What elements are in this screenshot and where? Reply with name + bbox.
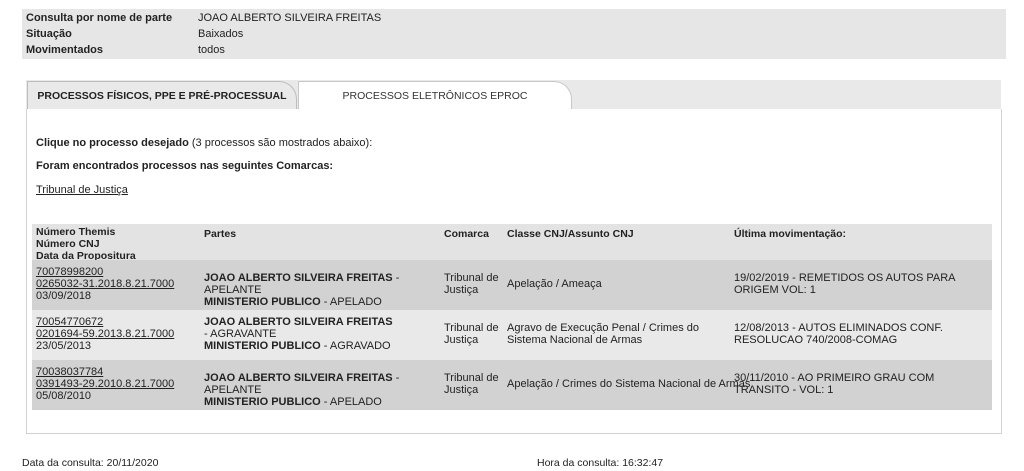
header-numero: Número Themis Número CNJ Data da Proposi… — [36, 226, 136, 262]
parte-role: - AGRAVADO — [320, 340, 391, 352]
parte-name: JOAO ALBERTO SILVEIRA FREITAS — [204, 272, 393, 284]
table-row: 70078998200 0265032-31.2018.8.21.7000 03… — [32, 260, 992, 310]
ultima-movimentacao-cell: 19/02/2019 - REMETIDOS OS AUTOS PARA ORI… — [734, 272, 955, 296]
propositura-date: 03/09/2018 — [36, 290, 92, 302]
comarca-cell: Tribunal de Justiça — [444, 322, 499, 346]
themis-number-link[interactable]: 70038037784 — [36, 366, 174, 378]
header-numero-cnj: Número CNJ — [36, 238, 100, 250]
process-numbers: 70038037784 0391493-29.2010.8.21.7000 05… — [36, 366, 174, 402]
header-partes: Partes — [204, 228, 237, 240]
instruction-count: (3 processos são mostrados abaixo): — [188, 137, 373, 149]
themis-number-link[interactable]: 70078998200 — [36, 266, 174, 278]
hora-consulta: Hora da consulta: 16:32:47 — [537, 457, 664, 469]
summary-value: todos — [198, 44, 225, 56]
summary-label: Situação — [26, 28, 72, 40]
classe-cell: Agravo de Execução Penal / Crimes do Sis… — [507, 322, 699, 346]
partes-cell: JOAO ALBERTO SILVEIRA FREITAS - APELANTE… — [204, 372, 444, 408]
table-row: 70038037784 0391493-29.2010.8.21.7000 05… — [32, 360, 992, 410]
comarca-cell: Tribunal de Justiça — [444, 272, 499, 296]
propositura-date: 23/05/2013 — [36, 340, 92, 352]
header-numero-themis: Número Themis — [36, 226, 116, 238]
search-summary: Consulta por nome de parte JOAO ALBERTO … — [22, 9, 1006, 59]
ultima-movimentacao-cell: 30/11/2010 - AO PRIMEIRO GRAU COM TRANSI… — [734, 372, 935, 396]
tab-processos-fisicos[interactable]: PROCESSOS FÍSICOS, PPE E PRÉ-PROCESSUAL — [27, 81, 297, 110]
table-header: Número Themis Número CNJ Data da Proposi… — [32, 224, 992, 262]
summary-value: Baixados — [198, 28, 244, 40]
header-classe: Classe CNJ/Assunto CNJ — [507, 228, 634, 240]
cnj-number-link[interactable]: 0265032-31.2018.8.21.7000 — [36, 278, 174, 290]
parte-role: - APELADO — [320, 396, 382, 408]
cnj-number-link[interactable]: 0201694-59.2013.8.21.7000 — [36, 328, 174, 340]
data-consulta: Data da consulta: 20/11/2020 — [22, 457, 159, 469]
process-numbers: 70054770672 0201694-59.2013.8.21.7000 23… — [36, 316, 174, 352]
header-comarca: Comarca — [444, 228, 489, 240]
ultima-movimentacao-cell: 12/08/2013 - AUTOS ELIMINADOS CONF. RESO… — [734, 322, 943, 346]
table-row: 70054770672 0201694-59.2013.8.21.7000 23… — [32, 310, 992, 360]
themis-number-link[interactable]: 70054770672 — [36, 316, 174, 328]
parte-name: MINISTERIO PUBLICO — [204, 340, 321, 352]
comarca-link[interactable]: Tribunal de Justiça — [36, 184, 128, 196]
partes-cell: JOAO ALBERTO SILVEIRA FREITAS - APELANTE… — [204, 272, 444, 308]
parte-name: JOAO ALBERTO SILVEIRA FREITAS — [204, 372, 393, 384]
summary-label: Movimentados — [26, 44, 104, 56]
parte-name: JOAO ALBERTO SILVEIRA FREITAS — [204, 316, 393, 328]
parte-role: - AGRAVANTE — [204, 328, 277, 340]
partes-cell: JOAO ALBERTO SILVEIRA FREITAS - AGRAVANT… — [204, 316, 399, 352]
cnj-number-link[interactable]: 0391493-29.2010.8.21.7000 — [36, 378, 174, 390]
comarcas-heading: Foram encontrados processos nas seguinte… — [36, 160, 334, 172]
classe-cell: Apelação / Crimes do Sistema Nacional de… — [507, 378, 751, 390]
header-ultima-movimentacao: Última movimentação: — [734, 228, 847, 240]
classe-cell: Apelação / Ameaça — [507, 278, 602, 290]
comarca-cell: Tribunal de Justiça — [444, 372, 499, 396]
summary-value: JOAO ALBERTO SILVEIRA FREITAS — [198, 12, 382, 24]
instruction-text: Clique no processo desejado (3 processos… — [36, 137, 372, 149]
process-numbers: 70078998200 0265032-31.2018.8.21.7000 03… — [36, 266, 174, 302]
propositura-date: 05/08/2010 — [36, 390, 92, 402]
parte-name: MINISTERIO PUBLICO — [204, 396, 321, 408]
parte-name: MINISTERIO PUBLICO — [204, 296, 321, 308]
summary-label: Consulta por nome de parte — [26, 12, 173, 24]
instruction-bold: Clique no processo desejado — [36, 137, 189, 149]
parte-role: - APELADO — [320, 296, 382, 308]
tab-processos-eletronicos[interactable]: PROCESSOS ELETRÔNICOS EPROC — [298, 81, 572, 110]
